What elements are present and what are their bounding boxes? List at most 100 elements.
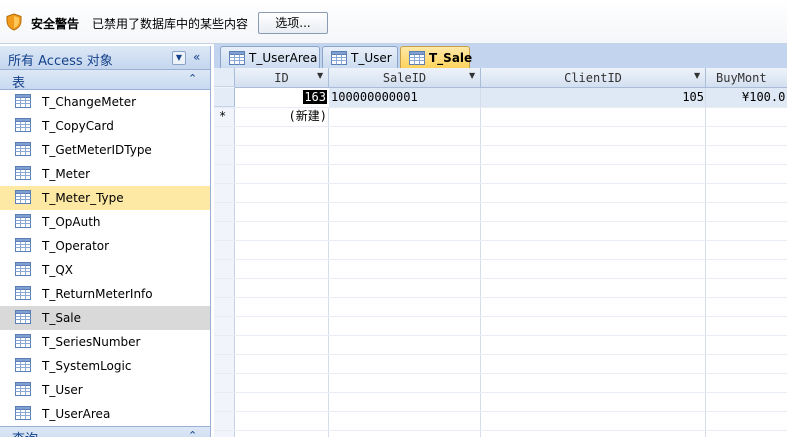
- row-divider: [214, 278, 787, 279]
- datasheet-grid: ID ▼ SaleID ▼ ClientID ▼ BuyMont 163 1000000000…: [214, 68, 787, 437]
- nav-item-label: T_User: [42, 383, 83, 397]
- column-header-saleid[interactable]: SaleID ▼: [329, 68, 481, 88]
- row-divider: [214, 430, 787, 431]
- security-warning-title: 安全警告: [31, 17, 80, 31]
- security-warning-bar: 安全警告 已禁用了数据库中的某些内容 选项...: [0, 0, 787, 44]
- row-divider: [214, 297, 787, 298]
- nav-item-t-seriesnumber[interactable]: T_SeriesNumber: [0, 330, 210, 354]
- nav-item-label: T_SeriesNumber: [42, 335, 141, 349]
- nav-item-label: T_GetMeterIDType: [42, 143, 152, 157]
- nav-item-t-meter-type[interactable]: T_Meter_Type: [0, 186, 210, 210]
- column-filter-dropdown-icon[interactable]: ▼: [694, 71, 700, 80]
- nav-item-t-operator[interactable]: T_Operator: [0, 234, 210, 258]
- nav-item-t-meter[interactable]: T_Meter: [0, 162, 210, 186]
- table-icon: [15, 334, 31, 351]
- tab-t-userarea[interactable]: T_UserArea: [220, 46, 320, 68]
- table-icon: [15, 286, 31, 303]
- row-divider: [214, 316, 787, 317]
- row-divider: [214, 335, 787, 336]
- column-header-label: BuyMont: [716, 71, 767, 85]
- record-selector[interactable]: [214, 88, 235, 107]
- nav-item-label: T_Sale: [42, 311, 82, 325]
- nav-group-tables[interactable]: 表 ⌃: [0, 70, 210, 91]
- nav-item-t-sale[interactable]: T_Sale: [0, 306, 210, 330]
- table-icon: [15, 166, 31, 183]
- table-icon: [15, 190, 31, 207]
- column-divider: [480, 68, 481, 437]
- table-icon: [15, 118, 31, 135]
- table-icon: [15, 142, 31, 159]
- column-header-clientid[interactable]: ClientID ▼: [481, 68, 706, 88]
- nav-item-label: T_CopyCard: [42, 119, 114, 133]
- row-divider: [214, 240, 787, 241]
- new-record-marker: *: [219, 109, 227, 123]
- nav-group-queries-label: 查询: [12, 428, 38, 437]
- table-icon: [15, 214, 31, 231]
- column-header-id[interactable]: ID ▼: [235, 68, 329, 88]
- options-button[interactable]: 选项...: [258, 12, 328, 34]
- row-divider: [214, 126, 787, 127]
- shutter-bar-collapse-icon[interactable]: «: [193, 50, 200, 64]
- nav-item-label: T_Meter_Type: [42, 191, 124, 205]
- table-icon: [15, 262, 31, 279]
- column-divider: [705, 68, 706, 437]
- tab-t-sale[interactable]: T_Sale: [400, 46, 473, 68]
- nav-item-t-userarea[interactable]: T_UserArea: [0, 402, 210, 426]
- shield-warning-icon: [6, 13, 22, 31]
- navigation-pane: 所有 Access 对象 ▼ « 表 ⌃ T_ChangeMeter T_Copy…: [0, 46, 211, 437]
- nav-item-t-returnmeterinfo[interactable]: T_ReturnMeterInfo: [0, 282, 210, 306]
- collapse-group-icon[interactable]: ⌃: [188, 429, 197, 437]
- column-filter-dropdown-icon[interactable]: ▼: [317, 71, 323, 80]
- column-filter-dropdown-icon[interactable]: ▼: [469, 71, 475, 80]
- cell-sale-id[interactable]: 100000000001: [331, 88, 483, 107]
- nav-item-t-qx[interactable]: T_QX: [0, 258, 210, 282]
- tab-label: T_UserArea: [249, 51, 318, 65]
- nav-item-label: T_Operator: [42, 239, 110, 253]
- nav-group-tables-label: 表: [12, 76, 26, 91]
- cell-new-record[interactable]: (新建): [235, 107, 329, 126]
- tab-label: T_User: [351, 51, 392, 65]
- tab-label: T_Sale: [429, 51, 473, 65]
- nav-item-t-copycard[interactable]: T_CopyCard: [0, 114, 210, 138]
- table-icon: [15, 238, 31, 255]
- column-header-label: SaleID: [382, 71, 427, 85]
- row-divider: [214, 145, 787, 146]
- nav-item-label: T_SystemLogic: [42, 359, 132, 373]
- cell-client-id[interactable]: 105: [481, 88, 706, 107]
- nav-pane-title: 所有 Access 对象: [8, 54, 113, 69]
- nav-item-t-changemeter[interactable]: T_ChangeMeter: [0, 90, 210, 114]
- table-icon: [409, 51, 425, 68]
- table-icon: [331, 51, 347, 68]
- nav-item-label: T_ReturnMeterInfo: [42, 287, 153, 301]
- row-divider: [214, 221, 787, 222]
- row-divider: [214, 373, 787, 374]
- nav-item-t-systemlogic[interactable]: T_SystemLogic: [0, 354, 210, 378]
- nav-item-t-opauth[interactable]: T_OpAuth: [0, 210, 210, 234]
- nav-item-t-user[interactable]: T_User: [0, 378, 210, 402]
- table-icon: [15, 310, 31, 327]
- tab-t-user[interactable]: T_User: [322, 46, 398, 68]
- nav-group-queries[interactable]: 查询 ⌃: [0, 426, 210, 437]
- row-divider: [214, 259, 787, 260]
- column-header-label: ClientID: [564, 71, 622, 85]
- nav-table-list: T_ChangeMeter T_CopyCard T_GetMeterIDType T…: [0, 90, 210, 426]
- row-divider: [214, 411, 787, 412]
- select-all-corner[interactable]: [214, 68, 235, 87]
- nav-pane-header[interactable]: 所有 Access 对象 ▼ «: [0, 46, 210, 70]
- nav-item-label: T_QX: [42, 263, 73, 277]
- cell-id-value: 163: [303, 90, 327, 104]
- table-icon: [15, 358, 31, 375]
- cell-id[interactable]: 163: [235, 88, 329, 107]
- nav-menu-dropdown-icon[interactable]: ▼: [172, 51, 186, 65]
- collapse-group-icon[interactable]: ⌃: [188, 72, 197, 85]
- column-header-buymont[interactable]: BuyMont: [706, 68, 787, 88]
- nav-item-label: T_OpAuth: [42, 215, 101, 229]
- nav-item-t-getmeteridtype[interactable]: T_GetMeterIDType: [0, 138, 210, 162]
- document-tab-strip: T_UserArea T_User T_Sale: [214, 44, 787, 68]
- table-icon: [15, 406, 31, 423]
- table-icon: [229, 51, 245, 68]
- table-icon: [15, 382, 31, 399]
- row-divider: [214, 392, 787, 393]
- security-warning-message: 已禁用了数据库中的某些内容: [92, 17, 249, 31]
- cell-buy-money[interactable]: ¥100.0: [742, 88, 787, 107]
